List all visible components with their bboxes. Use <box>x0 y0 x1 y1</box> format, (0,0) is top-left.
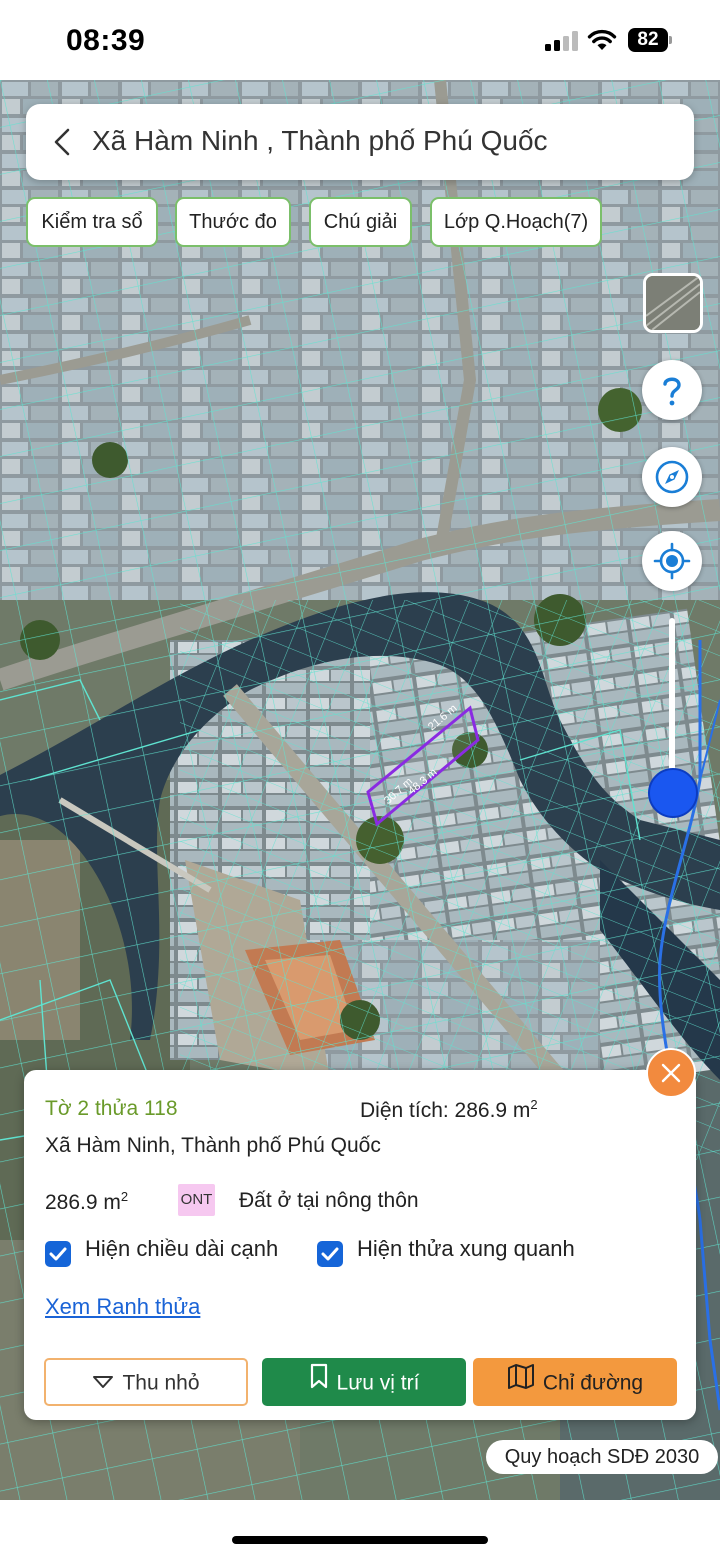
area-label: Diện tích: 286.9 m2 <box>360 1097 538 1122</box>
save-location-button[interactable]: Lưu vị trí <box>262 1358 466 1406</box>
bottom-safe-area <box>0 1500 720 1559</box>
show-neighbors-checkbox[interactable] <box>317 1241 343 1267</box>
view-boundary-link[interactable]: Xem Ranh thửa <box>45 1294 200 1320</box>
cellular-signal-icon <box>545 31 578 51</box>
show-edge-lengths-checkbox[interactable] <box>45 1241 71 1267</box>
legend-button[interactable]: Chú giải <box>309 197 412 247</box>
checkmark-icon <box>321 1247 339 1261</box>
close-panel-button[interactable] <box>646 1048 696 1098</box>
planning-layer-badge[interactable]: Quy hoạch SDĐ 2030 <box>486 1440 718 1474</box>
bookmark-icon <box>309 1360 329 1406</box>
question-icon <box>663 377 681 406</box>
planning-layers-button[interactable]: Lớp Q.Hoạch(7) <box>430 197 602 247</box>
checkmark-icon <box>49 1247 67 1261</box>
directions-button[interactable]: Chỉ đường <box>473 1358 677 1406</box>
parcel-address: Xã Hàm Ninh, Thành phố Phú Quốc <box>45 1134 381 1157</box>
triangle-down-icon <box>92 1360 114 1406</box>
show-edge-lengths-label[interactable]: Hiện chiều dài cạnh <box>85 1236 278 1262</box>
land-type: Đất ở tại nông thôn <box>239 1189 419 1212</box>
show-neighbors-label[interactable]: Hiện thửa xung quanh <box>357 1236 575 1262</box>
compass-button[interactable] <box>642 447 702 507</box>
check-book-button[interactable]: Kiểm tra sổ <box>26 197 158 247</box>
compass-icon <box>655 460 689 494</box>
map-layer-toggle[interactable] <box>643 273 703 333</box>
shrink-button[interactable]: Thu nhỏ <box>44 1358 248 1406</box>
area-value: 286.9 m2 <box>45 1189 129 1214</box>
land-code-badge: ONT <box>178 1184 215 1216</box>
parcel-info-panel: Tờ 2 thửa 118 Diện tích: 286.9 m2 Xã Hàm… <box>24 1070 696 1420</box>
locate-button[interactable] <box>642 531 702 591</box>
ruler-button[interactable]: Thước đo <box>175 197 291 247</box>
battery-icon: 82 <box>628 28 672 52</box>
location-header: Xã Hàm Ninh , Thành phố Phú Quốc <box>26 104 694 180</box>
crosshair-icon <box>653 542 691 580</box>
wifi-icon <box>587 29 617 50</box>
home-indicator[interactable] <box>232 1536 488 1544</box>
shrink-label: Thu nhỏ <box>122 1371 200 1395</box>
map-icon <box>507 1360 535 1406</box>
back-arrow-icon[interactable] <box>46 124 82 160</box>
zoom-slider-handle[interactable] <box>648 768 698 818</box>
save-location-label: Lưu vị trí <box>336 1371 420 1395</box>
location-title: Xã Hàm Ninh , Thành phố Phú Quốc <box>92 125 548 156</box>
status-bar: 08:39 82 <box>0 0 720 80</box>
battery-level: 82 <box>628 28 668 52</box>
zoom-slider-track[interactable] <box>669 618 675 783</box>
status-time: 08:39 <box>66 24 146 57</box>
close-icon <box>661 1063 681 1083</box>
parcel-id: Tờ 2 thửa 118 <box>45 1097 178 1120</box>
satellite-layer-icon <box>646 276 700 330</box>
help-button[interactable] <box>642 360 702 420</box>
directions-label: Chỉ đường <box>542 1371 644 1395</box>
